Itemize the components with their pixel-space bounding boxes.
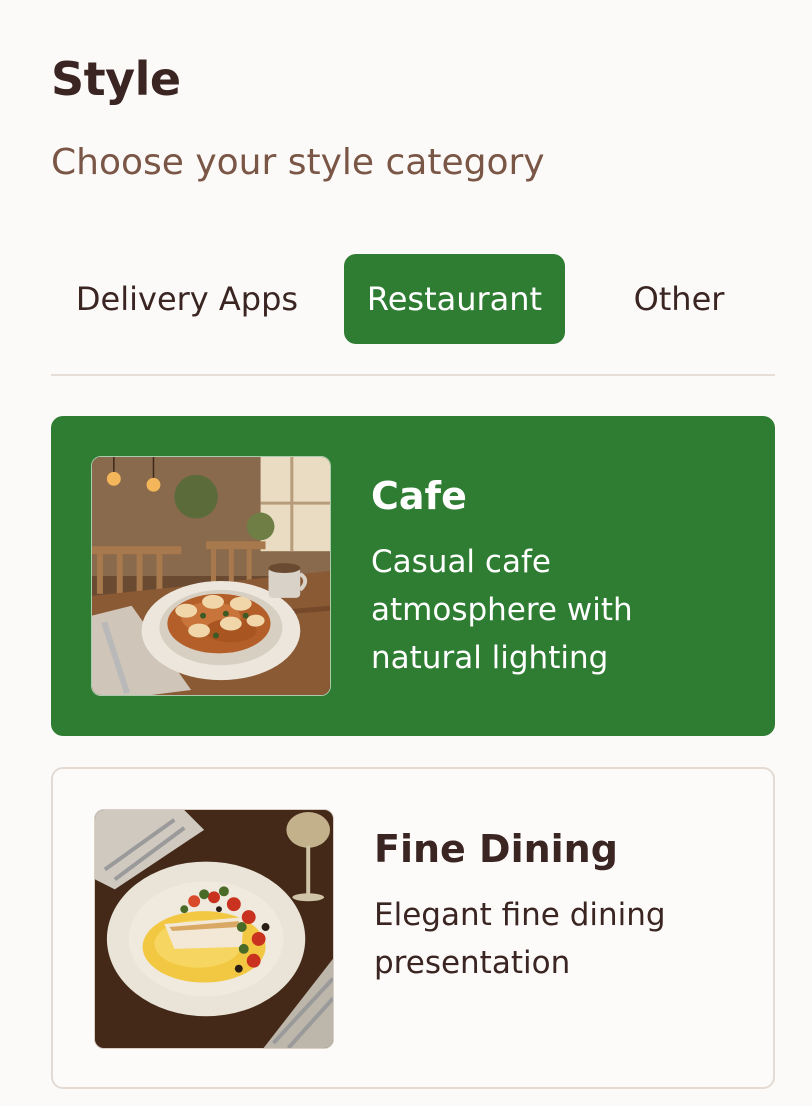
category-tabs: Delivery Apps Restaurant Other (51, 254, 775, 344)
tab-restaurant[interactable]: Restaurant (344, 254, 565, 344)
style-card-description: Casual cafe atmosphere with natural ligh… (371, 544, 633, 676)
style-page: Style Choose your style category Deliver… (0, 0, 812, 1106)
tabs-divider (51, 374, 775, 376)
fine-dining-fish-photo (94, 809, 334, 1049)
style-card-fine-dining[interactable]: Fine Dining Elegant fine dining presenta… (51, 767, 775, 1089)
style-card-title: Cafe (371, 474, 467, 518)
page-subtitle: Choose your style category (51, 142, 545, 183)
style-card-description: Elegant fine dining presentation (374, 897, 666, 981)
cafe-pasta-photo (91, 456, 331, 696)
style-card-cafe[interactable]: Cafe Casual cafe atmosphere with natural… (51, 416, 775, 736)
tab-delivery-apps[interactable]: Delivery Apps (51, 254, 323, 344)
page-title: Style (51, 52, 181, 106)
style-card-title: Fine Dining (374, 827, 618, 871)
tab-other[interactable]: Other (583, 254, 775, 344)
